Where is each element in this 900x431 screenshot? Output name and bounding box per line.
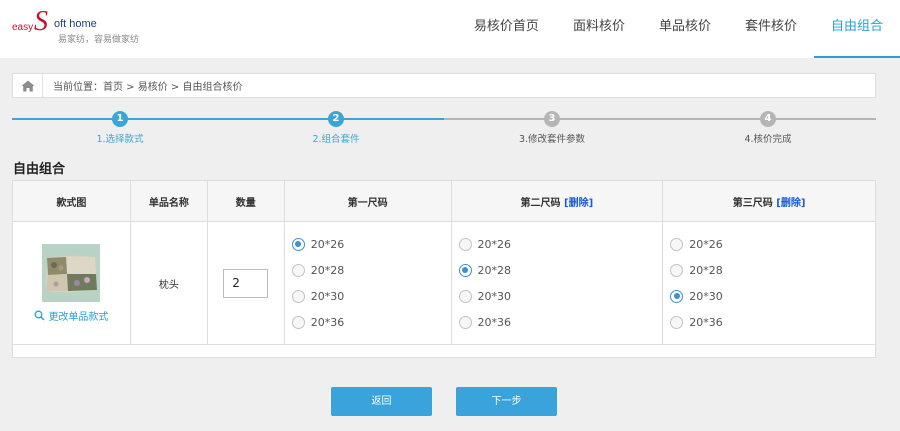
pillow-image xyxy=(42,243,101,302)
option-label: 20*36 xyxy=(477,315,512,329)
step-4: 4 4.核价完成 xyxy=(660,110,876,148)
logo-slogan: 易家纺，容易做家纺 xyxy=(58,35,140,45)
header-size-3: 第三尺码 [删除] xyxy=(662,180,876,222)
home-icon[interactable] xyxy=(13,74,43,97)
step-4-number: 4 xyxy=(760,111,776,127)
change-style-label: 更改单品款式 xyxy=(48,311,109,323)
option-label: 20*36 xyxy=(689,315,723,329)
section-title: 自由组合 xyxy=(13,162,66,177)
nav-single-pricing[interactable]: 单品核价 xyxy=(642,0,728,58)
product-name: 枕头 xyxy=(129,221,208,345)
quantity-input[interactable]: 2 xyxy=(223,268,269,298)
size-2-option-20x28[interactable]: 20*28 xyxy=(452,257,663,283)
step-4-label: 4.核价完成 xyxy=(744,134,792,145)
progress-steps: 1 1.选择款式 2 2.组合套件 3 3.修改套件参数 4 4.核价完成 xyxy=(12,110,876,148)
radio-checked[interactable] xyxy=(291,237,305,251)
step-2: 2 2.组合套件 xyxy=(228,110,444,148)
radio-unchecked[interactable] xyxy=(458,237,472,251)
delete-size-2-link[interactable]: [删除] xyxy=(564,198,593,209)
step-1-number: 1 xyxy=(112,111,128,127)
size-3-option-20x30[interactable]: 20*30 xyxy=(663,283,875,309)
next-button[interactable]: 下一步 xyxy=(456,387,557,416)
breadcrumb: 当前位置：首页 > 易核价 > 自由组合核价 xyxy=(12,73,876,98)
header-size-3-label: 第三尺码 xyxy=(732,197,773,209)
delete-size-3-link[interactable]: [删除] xyxy=(776,198,805,209)
option-label: 20*26 xyxy=(689,237,723,251)
radio-unchecked[interactable] xyxy=(291,315,305,329)
radio-checked[interactable] xyxy=(458,263,472,277)
radio-unchecked[interactable] xyxy=(291,289,305,303)
option-label: 20*26 xyxy=(477,237,512,251)
option-label: 20*30 xyxy=(477,289,512,303)
header-size-2: 第二尺码 [删除] xyxy=(450,180,664,222)
logo-easy: easy xyxy=(12,22,34,33)
size-1-option-20x30[interactable]: 20*30 xyxy=(285,283,451,309)
option-label: 20*30 xyxy=(310,289,345,303)
step-3-label: 3.修改套件参数 xyxy=(518,134,586,145)
option-label: 20*28 xyxy=(310,263,345,277)
step-1-label: 1.选择款式 xyxy=(96,134,144,145)
header-qty: 数量 xyxy=(206,180,285,222)
header: easy S oft home 易家纺，容易做家纺 易核价首页 面料核价 单品核… xyxy=(0,0,900,58)
size-1-option-20x26[interactable]: 20*26 xyxy=(285,231,451,257)
step-2-number: 2 xyxy=(328,111,344,127)
option-label: 20*30 xyxy=(689,289,723,303)
combination-table: 款式图 单品名称 数量 第一尺码 第二尺码 [删除] 第三尺码 [删除] 更改单… xyxy=(12,180,876,358)
option-label: 20*28 xyxy=(689,263,723,277)
qty-cell: 2 xyxy=(206,221,285,345)
header-size-1: 第一尺码 xyxy=(283,180,452,222)
logo-s-letter: S xyxy=(34,6,48,37)
back-button[interactable]: 返回 xyxy=(331,387,432,416)
size-1-option-20x36[interactable]: 20*36 xyxy=(285,309,451,335)
logo-soft-home: oft home xyxy=(54,18,97,30)
table-row: 更改单品款式 枕头 2 20*26 20*28 20*30 20*36 20*2… xyxy=(12,221,876,345)
size-3-option-20x28[interactable]: 20*28 xyxy=(663,257,875,283)
radio-unchecked[interactable] xyxy=(670,237,684,251)
zoom-icon xyxy=(34,310,45,321)
radio-unchecked[interactable] xyxy=(458,315,472,329)
table-header-row: 款式图 单品名称 数量 第一尺码 第二尺码 [删除] 第三尺码 [删除] xyxy=(12,180,876,222)
main-nav: 易核价首页 面料核价 单品核价 套件核价 自由组合 xyxy=(457,0,900,58)
breadcrumb-text: 当前位置：首页 > 易核价 > 自由组合核价 xyxy=(53,82,243,93)
size-3-option-20x26[interactable]: 20*26 xyxy=(663,231,875,257)
header-name: 单品名称 xyxy=(129,180,208,222)
change-style-link[interactable]: 更改单品款式 xyxy=(13,308,130,323)
size-2-option-20x30[interactable]: 20*30 xyxy=(452,283,663,309)
radio-unchecked[interactable] xyxy=(670,263,684,277)
nav-free-combination[interactable]: 自由组合 xyxy=(813,0,900,58)
option-label: 20*28 xyxy=(477,263,512,277)
step-3: 3 3.修改套件参数 xyxy=(444,110,660,148)
option-label: 20*36 xyxy=(310,315,345,329)
size-2-option-20x26[interactable]: 20*26 xyxy=(452,231,663,257)
nav-fabric-pricing[interactable]: 面料核价 xyxy=(556,0,642,58)
step-2-label: 2.组合套件 xyxy=(312,134,360,145)
size-1-option-20x28[interactable]: 20*28 xyxy=(285,257,451,283)
size-3-options: 20*26 20*28 20*30 20*36 xyxy=(662,221,876,345)
header-image: 款式图 xyxy=(12,180,131,222)
product-image-cell: 更改单品款式 xyxy=(12,221,131,345)
radio-unchecked[interactable] xyxy=(291,263,305,277)
option-label: 20*26 xyxy=(310,237,345,251)
nav-home[interactable]: 易核价首页 xyxy=(457,0,556,58)
nav-set-pricing[interactable]: 套件核价 xyxy=(728,0,814,58)
header-size-2-label: 第二尺码 xyxy=(520,197,561,209)
radio-checked[interactable] xyxy=(670,289,684,303)
step-1: 1 1.选择款式 xyxy=(12,110,228,148)
size-2-options: 20*26 20*28 20*30 20*36 xyxy=(450,221,664,345)
size-3-option-20x36[interactable]: 20*36 xyxy=(663,309,875,335)
radio-unchecked[interactable] xyxy=(458,289,472,303)
step-3-number: 3 xyxy=(544,111,560,127)
logo[interactable]: easy S oft home 易家纺，容易做家纺 xyxy=(12,6,142,50)
radio-unchecked[interactable] xyxy=(670,315,684,329)
size-2-option-20x36[interactable]: 20*36 xyxy=(452,309,663,335)
size-1-options: 20*26 20*28 20*30 20*36 xyxy=(283,221,452,345)
